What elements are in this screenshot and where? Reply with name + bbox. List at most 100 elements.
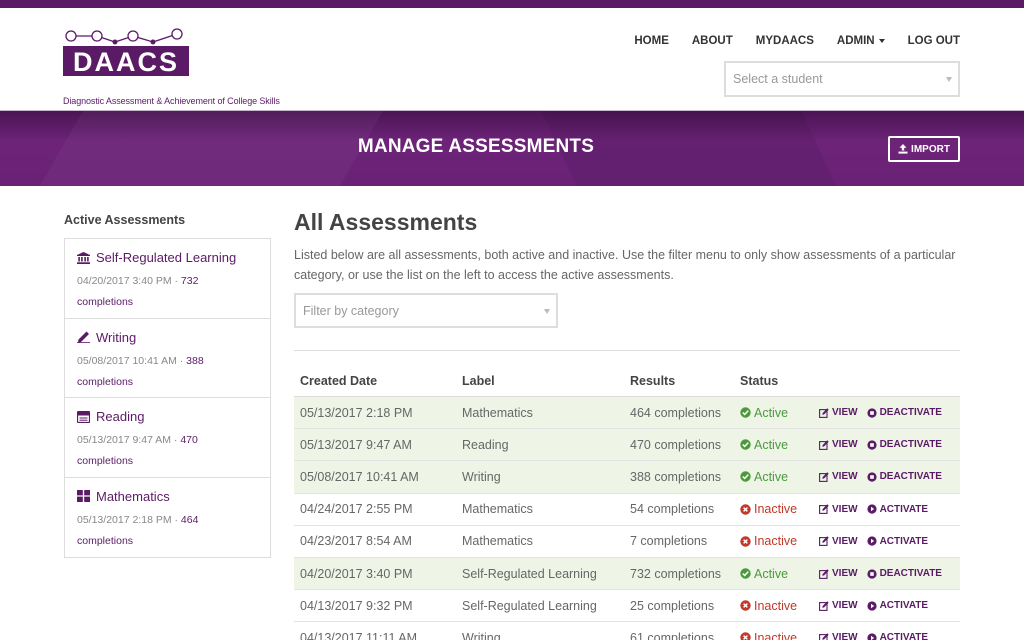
cell-actions: VIEW DEACTIVATE bbox=[819, 439, 960, 450]
category-filter-select[interactable]: Filter by category bbox=[294, 293, 558, 328]
column-header-created-date[interactable]: Created Date bbox=[294, 374, 462, 388]
deactivate-button[interactable]: DEACTIVATE bbox=[866, 568, 942, 580]
import-button[interactable]: IMPORT bbox=[888, 136, 960, 162]
activate-button[interactable]: ACTIVATE bbox=[866, 504, 928, 515]
status-text: Inactive bbox=[754, 502, 798, 517]
column-header-status[interactable]: Status bbox=[740, 374, 819, 388]
sidebar-item-suffix: completions bbox=[77, 455, 134, 467]
page-banner: MANAGE ASSESSMENTS IMPORT bbox=[0, 111, 1024, 186]
view-button-label: VIEW bbox=[832, 471, 858, 483]
status-text: Inactive bbox=[754, 630, 798, 640]
view-button[interactable]: VIEW bbox=[819, 600, 858, 611]
action-button-label: DEACTIVATE bbox=[879, 439, 942, 451]
status-badge: Active bbox=[740, 567, 819, 581]
edit-icon bbox=[819, 536, 829, 547]
cell-actions: VIEW ACTIVATE bbox=[819, 632, 960, 640]
status-text: Active bbox=[754, 566, 789, 581]
nav-mydaacs-label: MYDAACS bbox=[755, 35, 814, 47]
table-row: 04/13/2017 9:32 PM Self-Regulated Learnin… bbox=[294, 590, 960, 623]
status-text: Inactive bbox=[754, 598, 798, 613]
cell-created-date: 04/13/2017 9:32 PM bbox=[300, 598, 413, 613]
top-accent-stripe bbox=[0, 0, 1024, 8]
sidebar-item-reading[interactable]: Reading 05/13/2017 9:47 AM · 470 completi… bbox=[65, 398, 270, 478]
table-row: 05/08/2017 10:41 AM Writing 388 completion… bbox=[294, 461, 960, 494]
view-button-label: VIEW bbox=[832, 439, 858, 451]
assessments-table: Created Date Label Results Status 05/13/… bbox=[294, 366, 960, 640]
status-text: Active bbox=[754, 469, 789, 484]
deactivate-button[interactable]: DEACTIVATE bbox=[866, 471, 942, 482]
action-button-label: ACTIVATE bbox=[879, 600, 929, 612]
daacs-logo[interactable]: DAACS Diagnostic Assessment & Achievemen… bbox=[63, 26, 293, 106]
sidebar-item-date: 04/20/2017 3:40 PM · bbox=[77, 275, 178, 287]
cell-actions: VIEW DEACTIVATE bbox=[819, 568, 960, 579]
times-circle-icon bbox=[740, 632, 751, 640]
view-button[interactable]: VIEW bbox=[819, 407, 858, 418]
sidebar-item-title: Self-Regulated Learning bbox=[96, 250, 237, 265]
cell-label: Mathematics bbox=[462, 405, 533, 420]
sidebar-item-count: 470 bbox=[180, 434, 198, 446]
activate-button[interactable]: ACTIVATE bbox=[866, 632, 928, 640]
status-text: Active bbox=[754, 437, 789, 452]
view-button-label: VIEW bbox=[832, 535, 858, 547]
column-header-label[interactable]: Label bbox=[462, 374, 630, 388]
table-row: 04/24/2017 2:55 PM Mathematics 54 completi… bbox=[294, 494, 960, 526]
action-button-label: DEACTIVATE bbox=[879, 568, 942, 580]
nav-mydaacs[interactable]: MYDAACS bbox=[756, 35, 814, 47]
cell-created-date: 05/13/2017 2:18 PM bbox=[300, 405, 413, 420]
view-button[interactable]: VIEW bbox=[819, 471, 858, 482]
status-badge: Active bbox=[740, 470, 819, 484]
edit-icon bbox=[819, 440, 829, 450]
column-header-results[interactable]: Results bbox=[630, 374, 740, 388]
view-button[interactable]: VIEW bbox=[819, 568, 858, 579]
edit-icon bbox=[819, 504, 829, 515]
sidebar-item-self-regulated-learning[interactable]: Self-Regulated Learning 04/20/2017 3:40 … bbox=[65, 239, 270, 319]
sidebar-heading: Active Assessments bbox=[64, 213, 186, 227]
cell-results: 25 completions bbox=[630, 598, 715, 613]
status-badge: Inactive bbox=[740, 599, 819, 613]
nav-admin-dropdown[interactable]: ADMIN bbox=[837, 35, 885, 47]
logo-tagline: Diagnostic Assessment & Achievement of C… bbox=[63, 96, 280, 106]
cell-results: 464 completions bbox=[630, 405, 722, 420]
nav-about[interactable]: ABOUT bbox=[692, 35, 733, 47]
view-button[interactable]: VIEW bbox=[819, 536, 858, 547]
edit-icon bbox=[819, 407, 829, 418]
nav-home-label: HOME bbox=[634, 35, 669, 47]
sidebar-item-mathematics[interactable]: Mathematics 05/13/2017 2:18 PM · 464 comp… bbox=[65, 478, 270, 558]
sidebar-item-title: Reading bbox=[96, 409, 145, 424]
nav-home[interactable]: HOME bbox=[634, 35, 669, 47]
circle-stop-icon bbox=[866, 407, 877, 418]
nav-logout[interactable]: LOG OUT bbox=[908, 35, 960, 47]
upload-icon bbox=[898, 144, 908, 154]
activate-button[interactable]: ACTIVATE bbox=[866, 600, 929, 612]
table-row: 04/13/2017 11:11 AM Writing 61 completions… bbox=[294, 622, 960, 640]
table-row: 05/13/2017 2:18 PM Mathematics 464 complet… bbox=[294, 397, 960, 430]
student-select[interactable]: Select a student bbox=[724, 61, 960, 97]
view-button[interactable]: VIEW bbox=[819, 504, 858, 515]
status-badge: Inactive bbox=[740, 534, 819, 548]
activate-button[interactable]: ACTIVATE bbox=[866, 536, 928, 547]
deactivate-button[interactable]: DEACTIVATE bbox=[866, 439, 942, 451]
institution-icon bbox=[77, 251, 90, 264]
cell-created-date: 04/20/2017 3:40 PM bbox=[300, 566, 413, 581]
table-row: 04/23/2017 8:54 AM Mathematics 7 completio… bbox=[294, 526, 960, 558]
cell-actions: VIEW ACTIVATE bbox=[819, 536, 960, 547]
view-button[interactable]: VIEW bbox=[819, 439, 858, 450]
status-badge: Active bbox=[740, 406, 819, 420]
view-button[interactable]: VIEW bbox=[819, 632, 858, 640]
cell-label: Mathematics bbox=[462, 534, 533, 549]
table-header: Created Date Label Results Status bbox=[294, 366, 960, 397]
check-circle-icon bbox=[740, 568, 751, 579]
cell-label: Self-Regulated Learning bbox=[462, 598, 597, 613]
section-description: Listed below are all assessments, both a… bbox=[294, 248, 956, 282]
cell-label: Mathematics bbox=[462, 502, 533, 517]
sidebar-item-writing[interactable]: Writing 05/08/2017 10:41 AM · 388 complet… bbox=[65, 319, 270, 398]
cell-created-date: 05/08/2017 10:41 AM bbox=[300, 469, 419, 484]
status-text: Inactive bbox=[754, 534, 798, 549]
cell-actions: VIEW ACTIVATE bbox=[819, 600, 960, 611]
deactivate-button[interactable]: DEACTIVATE bbox=[866, 407, 942, 418]
edit-icon bbox=[819, 472, 829, 482]
divider bbox=[294, 350, 960, 351]
circle-play-icon bbox=[866, 633, 877, 640]
edit-icon bbox=[819, 633, 829, 640]
cell-created-date: 04/24/2017 2:55 PM bbox=[300, 502, 413, 517]
